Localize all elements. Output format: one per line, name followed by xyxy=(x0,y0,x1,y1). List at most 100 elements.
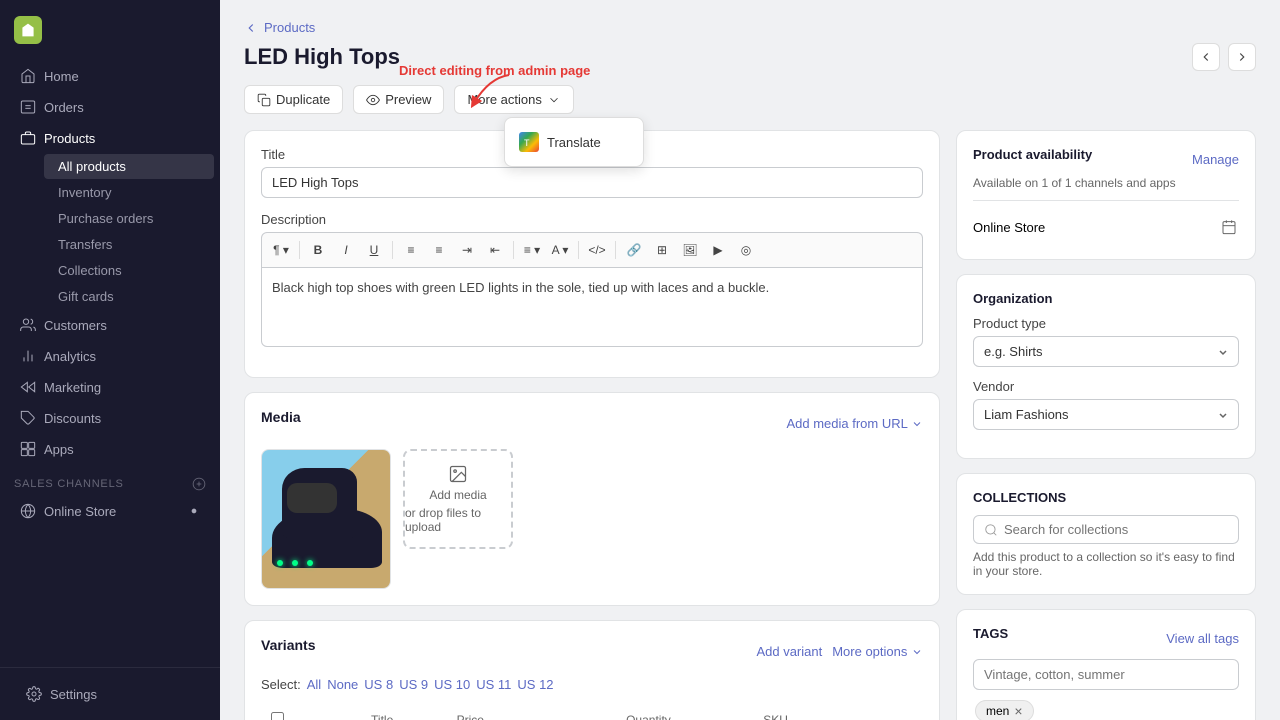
sidebar-item-discounts[interactable]: Discounts xyxy=(6,403,214,433)
more-actions-dropdown: T Translate xyxy=(504,117,644,167)
rte-italic[interactable]: I xyxy=(333,237,359,263)
media-thumbnail[interactable] xyxy=(261,449,391,589)
organization-card: Organization Product type e.g. Shirts Ve… xyxy=(956,274,1256,459)
subnav-all-products[interactable]: All products xyxy=(44,154,214,179)
translate-option[interactable]: T Translate xyxy=(505,124,643,160)
nav-forward-button[interactable] xyxy=(1228,43,1256,71)
collections-note: Add this product to a collection so it's… xyxy=(973,550,1239,578)
rte-video[interactable]: ▶ xyxy=(705,237,731,263)
action-bar: Duplicate Preview More actions Direct ed… xyxy=(244,85,1256,114)
logo-icon xyxy=(14,16,42,44)
product-type-section: Product type e.g. Shirts xyxy=(973,316,1239,367)
rte-source[interactable]: </> xyxy=(584,237,610,263)
rte-underline[interactable]: U xyxy=(361,237,387,263)
variants-header: Variants Add variant More options xyxy=(261,637,923,665)
sidebar-item-apps[interactable]: Apps xyxy=(6,434,214,464)
vendor-section: Vendor Liam Fashions xyxy=(973,379,1239,430)
rte-special[interactable]: ◎ xyxy=(733,237,759,263)
rte-indent[interactable]: ⇥ xyxy=(454,237,480,263)
sidebar-item-customers[interactable]: Customers xyxy=(6,310,214,340)
calendar-icon[interactable] xyxy=(1219,217,1239,237)
subnav-transfers[interactable]: Transfers xyxy=(44,232,214,257)
manage-link[interactable]: Manage xyxy=(1192,152,1239,167)
collections-search-input[interactable] xyxy=(1004,522,1228,537)
media-upload-zone[interactable]: Add media or drop files to upload xyxy=(403,449,513,549)
select-us11[interactable]: US 11 xyxy=(476,677,511,692)
store-row: Online Store xyxy=(973,211,1239,243)
variants-table: Title Price Quantity SKU US 8 xyxy=(261,704,923,720)
availability-card: Product availability Manage Available on… xyxy=(956,130,1256,260)
availability-text: Available on 1 of 1 channels and apps xyxy=(973,176,1239,190)
left-column: Title Description ¶ ▾ B I U xyxy=(244,130,940,720)
rte-align[interactable]: ≡ ▾ xyxy=(519,237,545,263)
media-card: Media Add media from URL xyxy=(244,392,940,606)
product-type-select[interactable]: e.g. Shirts xyxy=(973,336,1239,367)
rte-toolbar: ¶ ▾ B I U ≡ ≡ ⇥ ⇤ ≡ ▾ A ▾ xyxy=(261,232,923,267)
products-subnav: All products Inventory Purchase orders T… xyxy=(0,154,220,309)
tags-card: TAGS View all tags men× xyxy=(956,609,1256,720)
rte-paragraph[interactable]: ¶ ▾ xyxy=(268,237,294,263)
rte-list-ordered[interactable]: ≡ xyxy=(398,237,424,263)
annotation-text: Direct editing from admin page xyxy=(399,63,590,78)
subnav-purchase-orders[interactable]: Purchase orders xyxy=(44,206,214,231)
variants-select-row: Select: All None US 8 US 9 US 10 US 11 U… xyxy=(261,677,923,692)
title-input[interactable] xyxy=(261,167,923,198)
variants-actions: Add variant More options xyxy=(756,644,923,659)
sales-channels-label: SALES CHANNELS xyxy=(0,465,220,495)
sidebar-item-home[interactable]: Home xyxy=(6,61,214,91)
select-all-checkbox[interactable] xyxy=(271,712,284,720)
sidebar-item-settings[interactable]: Settings xyxy=(12,679,208,709)
page-header: LED High Tops xyxy=(244,43,1256,71)
sidebar-item-online-store[interactable]: Online Store xyxy=(6,496,214,526)
subnav-gift-cards[interactable]: Gift cards xyxy=(44,284,214,309)
select-us12[interactable]: US 12 xyxy=(517,677,553,692)
rte-table[interactable]: ⊞ xyxy=(649,237,675,263)
sidebar-logo xyxy=(0,0,220,60)
rte-link[interactable]: 🔗 xyxy=(621,237,647,263)
tags-list: men× xyxy=(973,698,1239,720)
rte-bold[interactable]: B xyxy=(305,237,331,263)
select-all[interactable]: All xyxy=(307,677,321,692)
rte-outdent[interactable]: ⇤ xyxy=(482,237,508,263)
tags-input[interactable] xyxy=(973,659,1239,690)
sidebar-item-marketing[interactable]: Marketing xyxy=(6,372,214,402)
svg-text:T: T xyxy=(524,138,530,148)
duplicate-button[interactable]: Duplicate xyxy=(244,85,343,114)
sidebar-bottom: Settings xyxy=(0,667,220,720)
select-us10[interactable]: US 10 xyxy=(434,677,470,692)
select-none[interactable]: None xyxy=(327,677,358,692)
description-label: Description xyxy=(261,212,923,227)
rte-list-unordered[interactable]: ≡ xyxy=(426,237,452,263)
media-area: Add media or drop files to upload xyxy=(261,449,923,589)
rte-color[interactable]: A ▾ xyxy=(547,237,573,263)
sidebar-item-orders[interactable]: Orders xyxy=(6,92,214,122)
nav-back-button[interactable] xyxy=(1192,43,1220,71)
sidebar-item-products[interactable]: Products xyxy=(6,123,214,153)
tag-remove-0[interactable]: × xyxy=(1014,704,1022,718)
vendor-select[interactable]: Liam Fashions xyxy=(973,399,1239,430)
media-section-header: Media Add media from URL xyxy=(261,409,923,437)
translate-icon: T xyxy=(519,132,539,152)
header-navigation xyxy=(1192,43,1256,71)
content-grid: Title Description ¶ ▾ B I U xyxy=(244,130,1256,720)
collections-search[interactable] xyxy=(973,515,1239,544)
add-media-url-link[interactable]: Add media from URL xyxy=(786,416,923,431)
view-all-tags-link[interactable]: View all tags xyxy=(1166,631,1239,646)
title-card: Title Description ¶ ▾ B I U xyxy=(244,130,940,378)
subnav-collections[interactable]: Collections xyxy=(44,258,214,283)
rte-body[interactable]: Black high top shoes with green LED ligh… xyxy=(261,267,923,347)
collections-card: COLLECTIONS Add this product to a collec… xyxy=(956,473,1256,595)
description-form-group: Description ¶ ▾ B I U ≡ ≡ ⇥ ⇤ xyxy=(261,212,923,347)
more-options-link[interactable]: More options xyxy=(832,644,923,659)
sidebar-item-analytics[interactable]: Analytics xyxy=(6,341,214,371)
sidebar: Home Orders Products All products Invent… xyxy=(0,0,220,720)
select-us9[interactable]: US 9 xyxy=(399,677,428,692)
subnav-inventory[interactable]: Inventory xyxy=(44,180,214,205)
page-title: LED High Tops xyxy=(244,44,400,70)
add-variant-link[interactable]: Add variant xyxy=(756,644,822,659)
select-us8[interactable]: US 8 xyxy=(364,677,393,692)
breadcrumb[interactable]: Products xyxy=(244,20,1256,35)
sidebar-nav: Home Orders Products All products Invent… xyxy=(0,60,220,667)
preview-button[interactable]: Preview xyxy=(353,85,444,114)
rte-image[interactable]: 🖼 xyxy=(677,237,703,263)
